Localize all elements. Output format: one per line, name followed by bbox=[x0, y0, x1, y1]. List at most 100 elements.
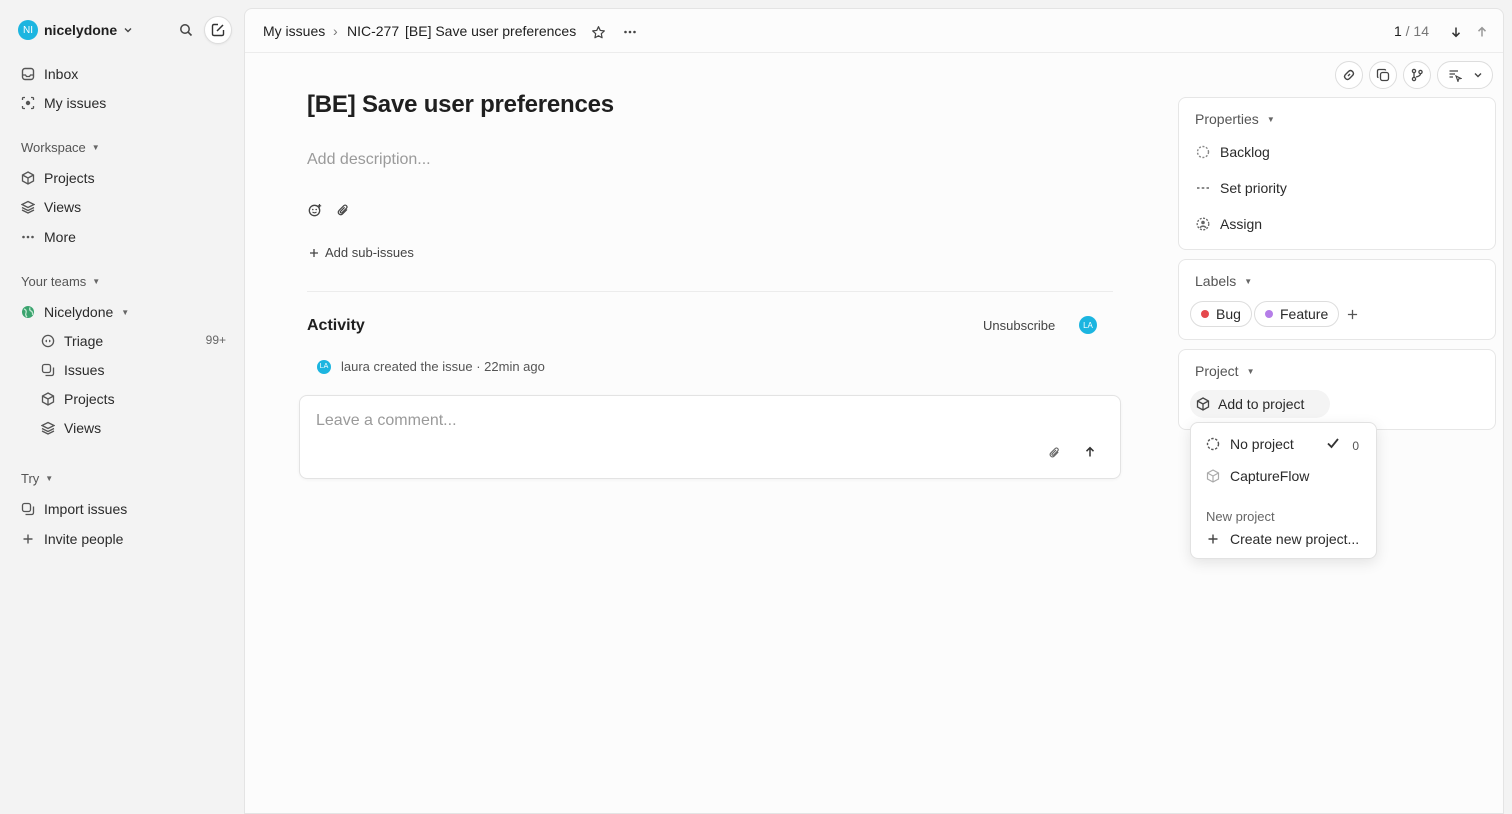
compose-button[interactable] bbox=[204, 16, 232, 44]
subscriber-avatar[interactable]: LA bbox=[1079, 316, 1097, 334]
your-teams-section-toggle[interactable]: Your teams ▼ bbox=[21, 274, 100, 289]
sidebar-item-team-views[interactable]: Views bbox=[40, 415, 101, 441]
assignee-selector[interactable]: Assign bbox=[1195, 216, 1262, 232]
menu-item-label: No project bbox=[1230, 436, 1294, 452]
sidebar-item-more[interactable]: More bbox=[20, 224, 76, 250]
assignee-value: Assign bbox=[1220, 216, 1263, 232]
project-dropdown-menu: No project 0 CaptureFlow New project Cre… bbox=[1190, 422, 1377, 559]
add-label-plus-icon[interactable] bbox=[1345, 307, 1359, 321]
project-panel: Project ▼ Add to project bbox=[1178, 349, 1496, 430]
unsubscribe-button[interactable]: Unsubscribe bbox=[983, 318, 1055, 333]
menu-item-create-project[interactable]: Create new project... bbox=[1205, 531, 1359, 547]
git-branch-icon bbox=[1410, 68, 1424, 82]
label-chip-bug[interactable]: Bug bbox=[1190, 301, 1252, 327]
comment-attachment-icon[interactable] bbox=[1046, 444, 1062, 460]
sidebar-item-views[interactable]: Views bbox=[20, 194, 81, 220]
properties-heading: Properties bbox=[1195, 111, 1259, 127]
activity-heading: Activity bbox=[307, 317, 365, 334]
submit-comment-arrow-icon[interactable] bbox=[1082, 444, 1098, 460]
menu-item-label: Create new project... bbox=[1230, 531, 1360, 547]
event-user: laura bbox=[341, 359, 370, 374]
breadcrumb-my-issues[interactable]: My issues bbox=[263, 23, 325, 39]
sidebar-item-label: Inbox bbox=[44, 66, 79, 82]
issue-detail-pane: My issues › NIC-277 [BE] Save user prefe… bbox=[244, 8, 1504, 814]
sidebar-item-team-projects[interactable]: Projects bbox=[40, 386, 115, 412]
sidebar-item-label: Invite people bbox=[44, 531, 124, 547]
project-toggle[interactable]: Project ▼ bbox=[1195, 363, 1255, 379]
comment-input[interactable]: Leave a comment... bbox=[316, 412, 457, 430]
event-time: 22min ago bbox=[484, 359, 545, 374]
label-name: Bug bbox=[1216, 306, 1241, 322]
copy-id-button[interactable] bbox=[1369, 61, 1397, 89]
plus-icon bbox=[20, 531, 36, 547]
menu-item-no-project[interactable]: No project bbox=[1205, 436, 1294, 452]
backlog-status-icon bbox=[1195, 144, 1211, 160]
add-sub-issues-button[interactable]: Add sub-issues bbox=[309, 245, 414, 260]
emoji-reaction-icon[interactable] bbox=[307, 202, 323, 218]
sidebar-item-label: My issues bbox=[44, 95, 107, 111]
caret-down-icon: ▼ bbox=[91, 143, 100, 152]
label-chip-feature[interactable]: Feature bbox=[1254, 301, 1340, 327]
add-to-project-button[interactable]: Add to project bbox=[1190, 390, 1330, 418]
sidebar-item-inbox[interactable]: Inbox bbox=[20, 61, 78, 87]
label-name: Feature bbox=[1280, 306, 1329, 322]
sidebar-item-label: More bbox=[44, 229, 76, 245]
status-selector[interactable]: Backlog bbox=[1195, 144, 1270, 160]
triage-count-badge: 99+ bbox=[205, 333, 226, 347]
chevron-down-icon bbox=[123, 25, 133, 35]
menu-item-label: CaptureFlow bbox=[1230, 468, 1310, 484]
breadcrumb-issue-id: NIC-277 bbox=[347, 23, 400, 39]
more-options-icon[interactable] bbox=[621, 23, 639, 41]
try-section-toggle[interactable]: Try ▼ bbox=[21, 471, 53, 486]
plus-icon bbox=[1205, 531, 1221, 547]
project-cube-icon bbox=[1205, 468, 1221, 484]
cube-icon bbox=[1196, 397, 1210, 411]
comment-editor[interactable]: Leave a comment... bbox=[299, 395, 1121, 479]
sidebar-item-label: Views bbox=[64, 420, 102, 436]
issue-menu-button[interactable] bbox=[1437, 61, 1493, 89]
next-issue-arrow-down-icon[interactable] bbox=[1447, 23, 1465, 41]
add-to-project-label: Add to project bbox=[1218, 396, 1305, 412]
sidebar-item-triage[interactable]: Triage bbox=[40, 328, 103, 354]
more-dots-icon bbox=[20, 229, 36, 245]
checkmark-icon bbox=[1326, 436, 1340, 450]
plus-icon bbox=[309, 248, 319, 258]
issue-title[interactable]: [BE] Save user preferences bbox=[307, 91, 614, 119]
assign-user-icon bbox=[1195, 216, 1211, 232]
star-icon[interactable] bbox=[589, 23, 607, 41]
sidebar-item-my-issues[interactable]: My issues bbox=[20, 90, 106, 116]
triage-icon bbox=[40, 333, 56, 349]
section-label: Workspace bbox=[21, 140, 86, 155]
add-sub-issues-label: Add sub-issues bbox=[325, 245, 414, 260]
sidebar-item-invite-people[interactable]: Invite people bbox=[20, 526, 123, 552]
priority-selector[interactable]: Set priority bbox=[1195, 180, 1287, 196]
sidebar-team-nicelydone[interactable]: Nicelydone ▼ bbox=[20, 299, 129, 325]
sidebar-item-label: Triage bbox=[64, 333, 104, 349]
search-icon[interactable] bbox=[176, 20, 196, 40]
menu-section-label: New project bbox=[1206, 509, 1275, 524]
properties-toggle[interactable]: Properties ▼ bbox=[1195, 111, 1275, 127]
sidebar-item-import-issues[interactable]: Import issues bbox=[20, 496, 127, 522]
caret-down-icon: ▼ bbox=[1246, 366, 1255, 376]
breadcrumb-issue-title: [BE] Save user preferences bbox=[405, 23, 577, 39]
project-heading: Project bbox=[1195, 363, 1239, 379]
breadcrumb-separator: › bbox=[333, 23, 338, 39]
subscribe-icon bbox=[1448, 68, 1462, 82]
properties-panel: Properties ▼ Backlog Set priority Assign bbox=[1178, 97, 1496, 250]
sidebar-item-issues[interactable]: Issues bbox=[40, 357, 104, 383]
issues-icon bbox=[40, 362, 56, 378]
status-value: Backlog bbox=[1220, 144, 1270, 160]
copy-link-button[interactable] bbox=[1335, 61, 1363, 89]
workspace-section-toggle[interactable]: Workspace ▼ bbox=[21, 140, 100, 155]
caret-down-icon: ▼ bbox=[45, 474, 54, 483]
my-issues-icon bbox=[20, 95, 36, 111]
previous-issue-arrow-up-icon[interactable] bbox=[1473, 23, 1491, 41]
attachment-icon[interactable] bbox=[335, 202, 351, 218]
copy-branch-button[interactable] bbox=[1403, 61, 1431, 89]
menu-item-captureflow[interactable]: CaptureFlow bbox=[1205, 468, 1309, 484]
sidebar-item-projects[interactable]: Projects bbox=[20, 165, 95, 191]
description-input[interactable]: Add description... bbox=[307, 151, 431, 169]
labels-toggle[interactable]: Labels ▼ bbox=[1195, 273, 1252, 289]
workspace-name: nicelydone bbox=[44, 22, 118, 38]
workspace-switcher[interactable]: NI nicelydone bbox=[18, 18, 133, 42]
